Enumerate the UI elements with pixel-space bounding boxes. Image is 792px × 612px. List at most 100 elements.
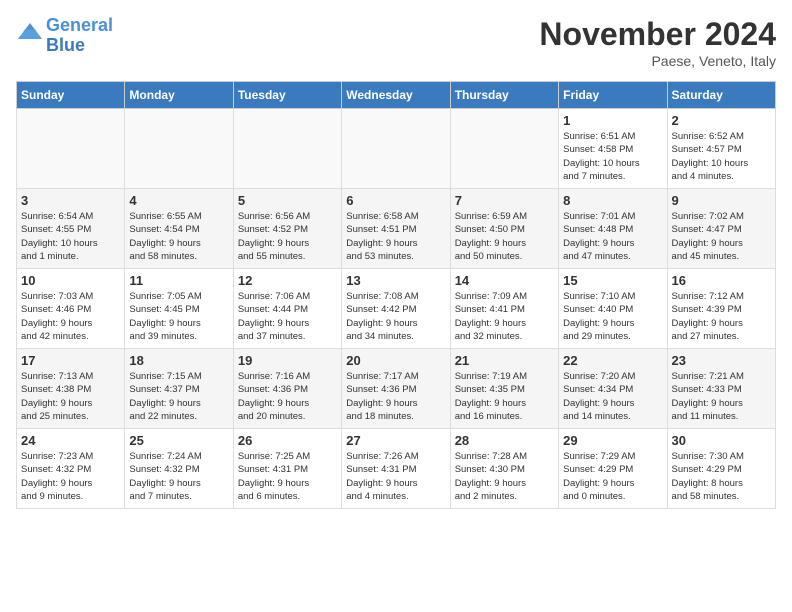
day-info: Sunrise: 7:20 AM Sunset: 4:34 PM Dayligh… bbox=[563, 370, 662, 423]
day-info: Sunrise: 7:24 AM Sunset: 4:32 PM Dayligh… bbox=[129, 450, 228, 503]
day-info: Sunrise: 6:59 AM Sunset: 4:50 PM Dayligh… bbox=[455, 210, 554, 263]
day-number: 9 bbox=[672, 193, 771, 208]
day-number: 23 bbox=[672, 353, 771, 368]
day-info: Sunrise: 7:08 AM Sunset: 4:42 PM Dayligh… bbox=[346, 290, 445, 343]
calendar-cell bbox=[17, 109, 125, 189]
day-number: 7 bbox=[455, 193, 554, 208]
day-info: Sunrise: 7:02 AM Sunset: 4:47 PM Dayligh… bbox=[672, 210, 771, 263]
calendar-cell: 10 Sunrise: 7:03 AM Sunset: 4:46 PM Dayli… bbox=[17, 269, 125, 349]
day-info: Sunrise: 7:21 AM Sunset: 4:33 PM Dayligh… bbox=[672, 370, 771, 423]
day-number: 28 bbox=[455, 433, 554, 448]
calendar-cell: 15 Sunrise: 7:10 AM Sunset: 4:40 PM Dayli… bbox=[559, 269, 667, 349]
day-number: 17 bbox=[21, 353, 120, 368]
location-subtitle: Paese, Veneto, Italy bbox=[539, 53, 776, 69]
calendar-cell bbox=[342, 109, 450, 189]
day-info: Sunrise: 7:29 AM Sunset: 4:29 PM Dayligh… bbox=[563, 450, 662, 503]
day-info: Sunrise: 7:15 AM Sunset: 4:37 PM Dayligh… bbox=[129, 370, 228, 423]
day-info: Sunrise: 7:01 AM Sunset: 4:48 PM Dayligh… bbox=[563, 210, 662, 263]
day-info: Sunrise: 6:58 AM Sunset: 4:51 PM Dayligh… bbox=[346, 210, 445, 263]
day-number: 6 bbox=[346, 193, 445, 208]
calendar-cell: 17Sunrise: 7:13 AM Sunset: 4:38 PM Dayli… bbox=[17, 349, 125, 429]
calendar-table: SundayMondayTuesdayWednesdayThursdayFrid… bbox=[16, 81, 776, 509]
calendar-cell: 18 Sunrise: 7:15 AM Sunset: 4:37 PM Dayli… bbox=[125, 349, 233, 429]
weekday-header-tuesday: Tuesday bbox=[233, 82, 341, 109]
day-info: Sunrise: 7:28 AM Sunset: 4:30 PM Dayligh… bbox=[455, 450, 554, 503]
calendar-cell: 6 Sunrise: 6:58 AM Sunset: 4:51 PM Daylig… bbox=[342, 189, 450, 269]
day-number: 26 bbox=[238, 433, 337, 448]
week-row-3: 10 Sunrise: 7:03 AM Sunset: 4:46 PM Dayli… bbox=[17, 269, 776, 349]
day-number: 25 bbox=[129, 433, 228, 448]
calendar-cell bbox=[125, 109, 233, 189]
calendar-cell: 23 Sunrise: 7:21 AM Sunset: 4:33 PM Dayli… bbox=[667, 349, 775, 429]
calendar-cell: 21Sunrise: 7:19 AM Sunset: 4:35 PM Dayli… bbox=[450, 349, 558, 429]
calendar-cell bbox=[450, 109, 558, 189]
day-info: Sunrise: 7:06 AM Sunset: 4:44 PM Dayligh… bbox=[238, 290, 337, 343]
calendar-cell: 1Sunrise: 6:51 AM Sunset: 4:58 PM Daylig… bbox=[559, 109, 667, 189]
day-number: 10 bbox=[21, 273, 120, 288]
weekday-header-saturday: Saturday bbox=[667, 82, 775, 109]
calendar-cell: 3 Sunrise: 6:54 AM Sunset: 4:55 PM Daylig… bbox=[17, 189, 125, 269]
calendar-cell: 12 Sunrise: 7:06 AM Sunset: 4:44 PM Dayli… bbox=[233, 269, 341, 349]
logo-general: General bbox=[46, 15, 113, 35]
day-number: 3 bbox=[21, 193, 120, 208]
calendar-body: 1Sunrise: 6:51 AM Sunset: 4:58 PM Daylig… bbox=[17, 109, 776, 509]
day-info: Sunrise: 7:26 AM Sunset: 4:31 PM Dayligh… bbox=[346, 450, 445, 503]
week-row-1: 1Sunrise: 6:51 AM Sunset: 4:58 PM Daylig… bbox=[17, 109, 776, 189]
title-block: November 2024 Paese, Veneto, Italy bbox=[539, 16, 776, 69]
calendar-cell: 14 Sunrise: 7:09 AM Sunset: 4:41 PM Dayli… bbox=[450, 269, 558, 349]
day-number: 13 bbox=[346, 273, 445, 288]
calendar-cell: 19 Sunrise: 7:16 AM Sunset: 4:36 PM Dayli… bbox=[233, 349, 341, 429]
calendar-cell: 11Sunrise: 7:05 AM Sunset: 4:45 PM Dayli… bbox=[125, 269, 233, 349]
day-number: 29 bbox=[563, 433, 662, 448]
day-info: Sunrise: 7:10 AM Sunset: 4:40 PM Dayligh… bbox=[563, 290, 662, 343]
day-number: 4 bbox=[129, 193, 228, 208]
weekday-header-thursday: Thursday bbox=[450, 82, 558, 109]
day-number: 15 bbox=[563, 273, 662, 288]
calendar-cell: 28 Sunrise: 7:28 AM Sunset: 4:30 PM Dayli… bbox=[450, 429, 558, 509]
calendar-cell: 29 Sunrise: 7:29 AM Sunset: 4:29 PM Dayli… bbox=[559, 429, 667, 509]
calendar-cell: 24 Sunrise: 7:23 AM Sunset: 4:32 PM Dayli… bbox=[17, 429, 125, 509]
weekday-header-monday: Monday bbox=[125, 82, 233, 109]
day-info: Sunrise: 7:25 AM Sunset: 4:31 PM Dayligh… bbox=[238, 450, 337, 503]
day-info: Sunrise: 7:03 AM Sunset: 4:46 PM Dayligh… bbox=[21, 290, 120, 343]
calendar-cell: 26 Sunrise: 7:25 AM Sunset: 4:31 PM Dayli… bbox=[233, 429, 341, 509]
day-number: 12 bbox=[238, 273, 337, 288]
day-number: 20 bbox=[346, 353, 445, 368]
calendar-cell bbox=[233, 109, 341, 189]
day-info: Sunrise: 7:17 AM Sunset: 4:36 PM Dayligh… bbox=[346, 370, 445, 423]
day-number: 5 bbox=[238, 193, 337, 208]
day-info: Sunrise: 7:23 AM Sunset: 4:32 PM Dayligh… bbox=[21, 450, 120, 503]
weekday-header-wednesday: Wednesday bbox=[342, 82, 450, 109]
day-number: 22 bbox=[563, 353, 662, 368]
page-header: General Blue November 2024 Paese, Veneto… bbox=[16, 16, 776, 69]
calendar-cell: 4Sunrise: 6:55 AM Sunset: 4:54 PM Daylig… bbox=[125, 189, 233, 269]
weekday-header-friday: Friday bbox=[559, 82, 667, 109]
calendar-cell: 7 Sunrise: 6:59 AM Sunset: 4:50 PM Daylig… bbox=[450, 189, 558, 269]
day-info: Sunrise: 6:52 AM Sunset: 4:57 PM Dayligh… bbox=[672, 130, 771, 183]
calendar-cell: 27Sunrise: 7:26 AM Sunset: 4:31 PM Dayli… bbox=[342, 429, 450, 509]
logo: General Blue bbox=[16, 16, 113, 56]
weekday-row: SundayMondayTuesdayWednesdayThursdayFrid… bbox=[17, 82, 776, 109]
day-info: Sunrise: 6:54 AM Sunset: 4:55 PM Dayligh… bbox=[21, 210, 120, 263]
day-info: Sunrise: 6:51 AM Sunset: 4:58 PM Dayligh… bbox=[563, 130, 662, 183]
weekday-header-sunday: Sunday bbox=[17, 82, 125, 109]
calendar-cell: 8 Sunrise: 7:01 AM Sunset: 4:48 PM Daylig… bbox=[559, 189, 667, 269]
day-info: Sunrise: 7:16 AM Sunset: 4:36 PM Dayligh… bbox=[238, 370, 337, 423]
day-number: 18 bbox=[129, 353, 228, 368]
day-info: Sunrise: 7:09 AM Sunset: 4:41 PM Dayligh… bbox=[455, 290, 554, 343]
calendar-cell: 9 Sunrise: 7:02 AM Sunset: 4:47 PM Daylig… bbox=[667, 189, 775, 269]
calendar-cell: 30Sunrise: 7:30 AM Sunset: 4:29 PM Dayli… bbox=[667, 429, 775, 509]
day-number: 14 bbox=[455, 273, 554, 288]
calendar-cell: 16Sunrise: 7:12 AM Sunset: 4:39 PM Dayli… bbox=[667, 269, 775, 349]
logo-blue: Blue bbox=[46, 35, 85, 55]
calendar-cell: 13 Sunrise: 7:08 AM Sunset: 4:42 PM Dayli… bbox=[342, 269, 450, 349]
day-number: 24 bbox=[21, 433, 120, 448]
calendar-cell: 2 Sunrise: 6:52 AM Sunset: 4:57 PM Daylig… bbox=[667, 109, 775, 189]
day-number: 19 bbox=[238, 353, 337, 368]
week-row-4: 17Sunrise: 7:13 AM Sunset: 4:38 PM Dayli… bbox=[17, 349, 776, 429]
day-info: Sunrise: 6:56 AM Sunset: 4:52 PM Dayligh… bbox=[238, 210, 337, 263]
day-number: 2 bbox=[672, 113, 771, 128]
day-number: 8 bbox=[563, 193, 662, 208]
week-row-2: 3 Sunrise: 6:54 AM Sunset: 4:55 PM Daylig… bbox=[17, 189, 776, 269]
day-number: 30 bbox=[672, 433, 771, 448]
